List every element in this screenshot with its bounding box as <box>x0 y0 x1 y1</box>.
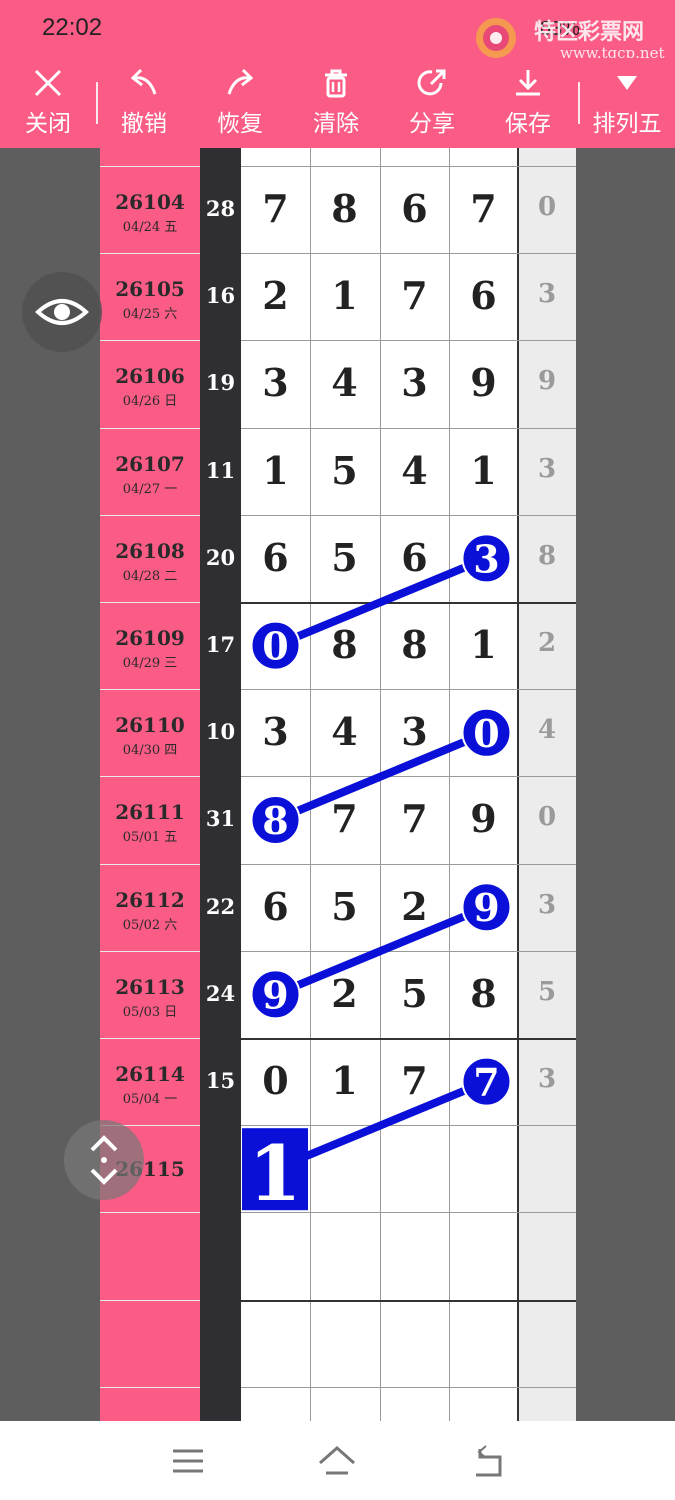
close-button[interactable]: 关闭 <box>8 58 88 148</box>
marked-digit: 8 <box>262 798 288 843</box>
toolbar-divider <box>578 82 580 124</box>
prediction-digit: 1 <box>249 1129 302 1218</box>
share-icon <box>417 69 446 96</box>
lottery-type-label: 排列五 <box>592 111 662 137</box>
toolbar: 关闭 撤销 恢复 清除 分享 保存 排列五 <box>0 58 675 148</box>
status-time: 22:02 <box>42 14 103 41</box>
redo-icon <box>227 68 254 95</box>
redo-button[interactable]: 恢复 <box>200 58 280 148</box>
close-label: 关闭 <box>25 111 71 137</box>
watermark-logo-icon <box>476 18 516 58</box>
save-label: 保存 <box>505 111 551 137</box>
trend-link-line <box>273 729 489 824</box>
toggle-visibility-button[interactable] <box>22 272 102 352</box>
marked-digit: 7 <box>473 1060 499 1105</box>
redo-label: 恢复 <box>217 111 263 137</box>
trend-link-line <box>273 903 489 999</box>
watermark-name: 特区彩票网 <box>534 20 645 45</box>
scroll-toggle-button[interactable] <box>64 1120 144 1200</box>
marked-digit: 3 <box>473 536 499 581</box>
close-icon <box>34 69 62 97</box>
system-nav-bar <box>0 1421 675 1500</box>
save-button[interactable]: 保存 <box>488 58 568 148</box>
undo-button[interactable]: 撤销 <box>104 58 184 148</box>
share-button[interactable]: 分享 <box>392 58 472 148</box>
back-icon[interactable] <box>470 1443 506 1479</box>
clear-button[interactable]: 清除 <box>296 58 376 148</box>
download-icon <box>516 70 540 96</box>
trend-lines-overlay: 1 3 0 0 8 9 9 7 <box>242 533 512 1218</box>
home-icon[interactable] <box>317 1443 357 1479</box>
eye-icon <box>35 299 89 325</box>
trash-icon <box>325 69 347 98</box>
clear-label: 清除 <box>313 111 359 137</box>
chevron-up-down-icon <box>90 1135 118 1185</box>
trend-link-line <box>273 554 489 650</box>
status-bar: 22:02 83% 特区彩票网 www.tqcp.net <box>0 0 675 62</box>
marked-digit: 0 <box>473 711 499 756</box>
marked-digit: 0 <box>262 624 288 669</box>
toolbar-divider <box>96 82 98 124</box>
trend-chart-grid[interactable]: 26104 04/24 五 28 7 8 6 7 0 26105 04/25 六 16 2 1 7 6 3 26… <box>100 148 576 1421</box>
share-label: 分享 <box>409 111 455 137</box>
lottery-type-select[interactable]: 排列五 <box>584 58 670 148</box>
marked-digit: 9 <box>262 972 288 1017</box>
dropdown-triangle-icon <box>617 76 637 90</box>
menu-icon[interactable] <box>170 1443 206 1479</box>
marked-digit: 9 <box>473 885 499 930</box>
undo-icon <box>130 68 157 95</box>
undo-label: 撤销 <box>121 111 167 137</box>
